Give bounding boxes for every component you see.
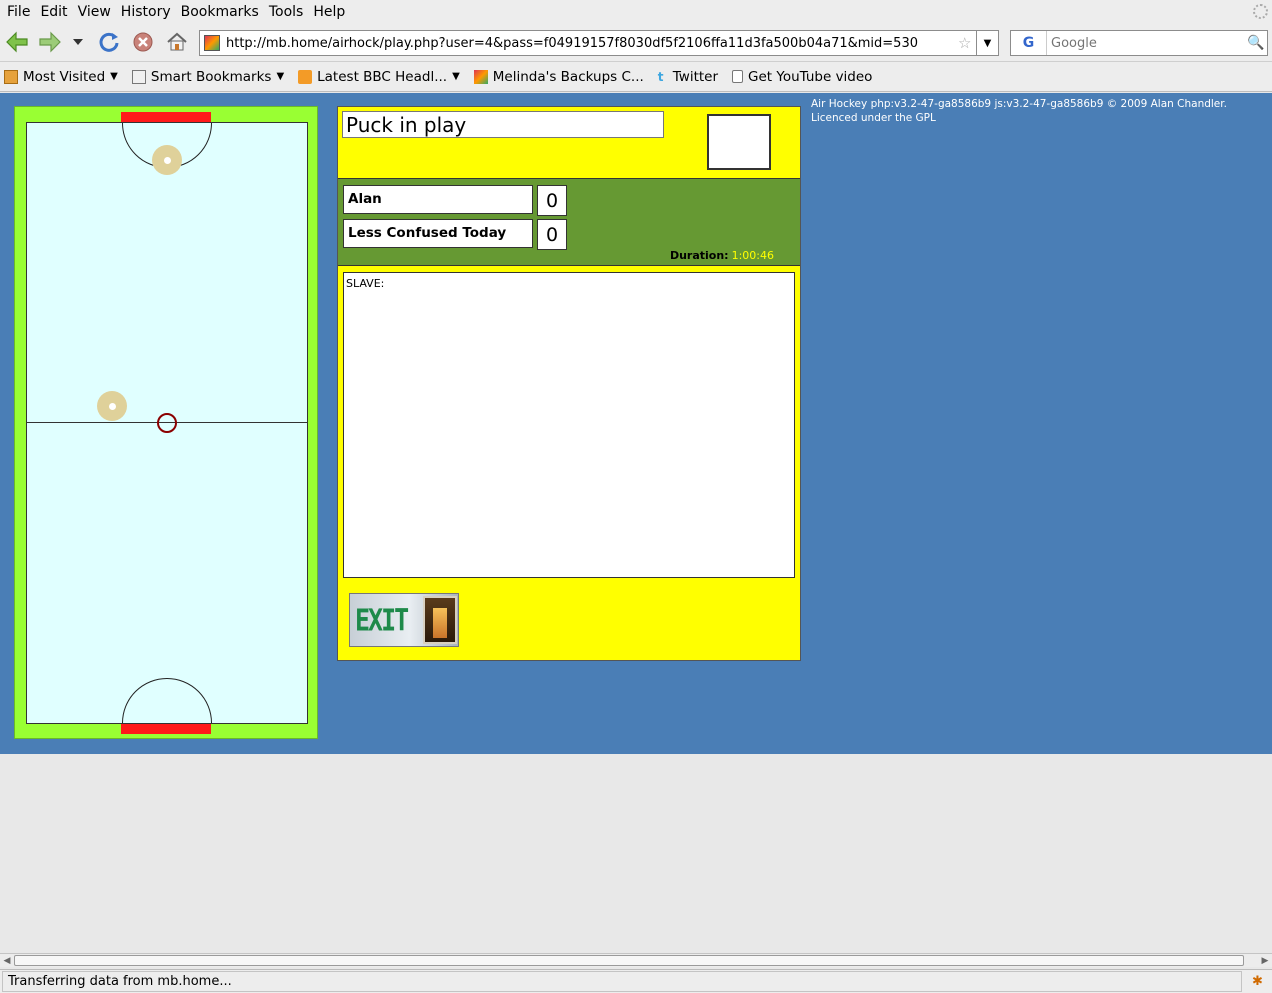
folder-icon — [131, 69, 146, 84]
bookmark-label: Twitter — [672, 68, 719, 85]
puck — [157, 413, 177, 433]
bookmark-label: Get YouTube video — [748, 68, 873, 85]
history-dropdown-icon — [73, 39, 83, 45]
bookmark-label: Smart Bookmarks — [150, 68, 272, 85]
bookmark-bbc-headlines[interactable]: Latest BBC Headl... ▼ — [298, 69, 460, 85]
scrollbar-thumb[interactable] — [14, 955, 1244, 966]
menu-help[interactable]: Help — [308, 4, 350, 20]
forward-icon — [39, 31, 61, 53]
folder-icon — [4, 69, 18, 84]
url-text[interactable]: http://mb.home/airhock/play.php?user=4&p… — [226, 36, 958, 51]
history-dropdown-button[interactable] — [68, 29, 88, 55]
player-score-2: 0 — [537, 219, 567, 250]
player-name-1: Alan — [343, 185, 533, 214]
url-dropdown-button[interactable]: ▼ — [976, 31, 998, 55]
exit-label: EXIT — [355, 602, 409, 638]
rss-feed-icon — [298, 69, 313, 84]
bookmark-label: Most Visited — [23, 68, 106, 85]
copyright-line-2: Licenced under the GPL — [811, 112, 936, 124]
scroll-left-icon[interactable]: ◀ — [0, 954, 14, 968]
match-duration: Duration: 1:00:46 — [670, 249, 774, 262]
page-icon — [732, 70, 744, 83]
site-favicon-icon — [204, 35, 220, 51]
menu-file[interactable]: File — [2, 4, 35, 20]
rink-surface[interactable] — [26, 122, 308, 724]
content-viewport: Puck in play Alan 0 Less Confused Today … — [0, 93, 1272, 953]
scroll-right-icon[interactable]: ▶ — [1258, 954, 1272, 968]
bottom-goal — [121, 724, 211, 734]
back-icon — [6, 31, 28, 53]
door-icon — [423, 596, 458, 644]
bookmark-smart-bookmarks[interactable]: Smart Bookmarks ▼ — [131, 68, 285, 85]
copyright-notice: Air Hockey php:v3.2-47-ga8586b9 js:v3.2-… — [811, 97, 1227, 125]
bookmark-melindas-backups[interactable]: Melinda's Backups C... — [473, 68, 644, 85]
bookmark-label: Latest BBC Headl... — [317, 68, 448, 85]
menu-history[interactable]: History — [116, 4, 176, 20]
navigation-toolbar: http://mb.home/airhock/play.php?user=4&p… — [0, 23, 1272, 62]
duration-value: 1:00:46 — [731, 249, 774, 262]
hockey-table — [14, 106, 318, 739]
throbber-icon — [1253, 4, 1268, 19]
stop-icon — [133, 32, 153, 52]
player-name-2: Less Confused Today — [343, 219, 533, 248]
menu-edit[interactable]: Edit — [35, 4, 72, 20]
home-button[interactable] — [164, 29, 190, 55]
search-icon[interactable]: 🔍 — [1247, 35, 1267, 51]
twitter-icon: t — [657, 69, 664, 84]
search-engine-selector[interactable]: G — [1011, 31, 1047, 55]
status-text: Transferring data from mb.home... — [2, 971, 1242, 992]
reload-icon — [99, 32, 119, 52]
chevron-down-icon: ▼ — [452, 71, 460, 82]
copyright-line-1: Air Hockey php:v3.2-47-ga8586b9 js:v3.2-… — [811, 98, 1227, 110]
bookmark-star-icon[interactable]: ☆ — [958, 34, 976, 52]
exit-button[interactable]: EXIT — [349, 593, 459, 647]
menu-bar: File Edit View History Bookmarks Tools H… — [0, 0, 1272, 23]
forward-button[interactable] — [37, 29, 63, 55]
menu-tools[interactable]: Tools — [264, 4, 309, 20]
reload-button[interactable] — [96, 29, 122, 55]
bookmark-most-visited[interactable]: Most Visited ▼ — [4, 69, 118, 85]
opponent-mallet — [152, 145, 182, 175]
search-input[interactable] — [1047, 35, 1247, 51]
url-bar[interactable]: http://mb.home/airhock/play.php?user=4&p… — [199, 30, 999, 56]
duration-label: Duration: — [669, 249, 729, 262]
horizontal-scrollbar[interactable]: ◀ ▶ — [0, 953, 1272, 967]
chevron-down-icon: ▼ — [110, 71, 118, 82]
menu-view[interactable]: View — [73, 4, 116, 20]
bookmarks-toolbar: Most Visited ▼ Smart Bookmarks ▼ Latest … — [0, 62, 1272, 92]
bottom-crease-arc — [122, 678, 212, 723]
bookmark-youtube-video[interactable]: Get YouTube video — [732, 69, 872, 85]
game-panel: Puck in play Alan 0 Less Confused Today … — [337, 106, 801, 661]
turn-indicator-box — [707, 114, 771, 170]
air-hockey-page: Puck in play Alan 0 Less Confused Today … — [0, 93, 1272, 754]
chevron-down-icon: ▼ — [276, 71, 285, 82]
back-button[interactable] — [4, 29, 30, 55]
status-bar: Transferring data from mb.home... ✱ — [0, 969, 1272, 993]
scoreboard: Alan 0 Less Confused Today 0 Duration: 1:… — [338, 178, 800, 266]
firebug-icon[interactable]: ✱ — [1252, 974, 1268, 990]
search-bar[interactable]: G 🔍 — [1010, 30, 1268, 56]
game-status: Puck in play — [342, 111, 664, 138]
player-score-1: 0 — [537, 185, 567, 216]
menu-bookmarks[interactable]: Bookmarks — [176, 4, 264, 20]
bookmark-label: Melinda's Backups C... — [492, 68, 644, 85]
bookmark-twitter[interactable]: t Twitter — [658, 69, 718, 85]
home-icon — [167, 32, 187, 51]
top-goal — [121, 112, 211, 122]
message-log: SLAVE: — [343, 272, 795, 578]
player-mallet[interactable] — [97, 391, 127, 421]
stop-button[interactable] — [130, 29, 156, 55]
site-favicon-icon — [473, 69, 488, 84]
